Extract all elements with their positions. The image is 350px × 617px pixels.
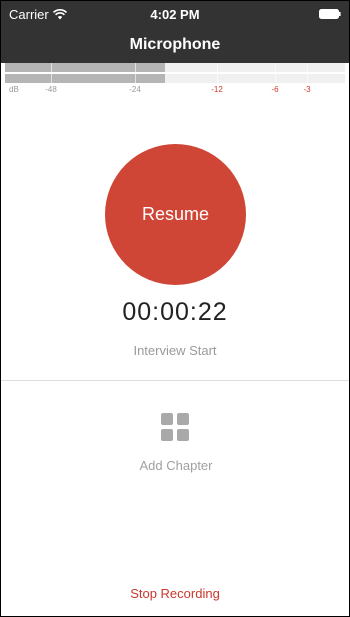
meter-scale-label: -6 (271, 85, 279, 94)
meter-tick (51, 63, 52, 85)
battery-icon (319, 9, 341, 19)
elapsed-timer: 00:00:22 (122, 298, 228, 326)
meter-tick (275, 63, 276, 85)
navigation-header: Carrier 4:02 PM Microphone (1, 1, 349, 63)
add-chapter-button[interactable]: Add Chapter (121, 411, 231, 479)
meter-scale-label: -3 (303, 85, 311, 94)
meter-fill-left (5, 63, 165, 72)
current-chapter-name: Interview Start (133, 343, 217, 358)
meter-fill-right (5, 74, 165, 83)
meter-scale-label: -24 (129, 85, 141, 94)
meter-scale-label: -12 (211, 85, 223, 94)
app-frame: Carrier 4:02 PM Microphone dB -48 -24 -12 -… (0, 0, 350, 617)
add-chapter-label: Add Chapter (139, 458, 213, 473)
page-title: Microphone (129, 36, 221, 53)
meter-unit-label: dB (9, 85, 19, 94)
meter-scale-label: -48 (45, 85, 57, 94)
grid-icon (161, 413, 189, 441)
meter-tick (135, 63, 136, 85)
divider (1, 380, 349, 381)
resume-button-label: Resume (141, 204, 210, 224)
meter-tick (217, 63, 218, 85)
resume-button[interactable]: Resume (105, 144, 246, 285)
stop-recording-button[interactable]: Stop Recording (101, 586, 249, 601)
meter-tick (307, 63, 308, 85)
status-bar: Carrier 4:02 PM (1, 7, 349, 23)
level-meter: dB -48 -24 -12 -6 -3 (5, 63, 345, 97)
status-time: 4:02 PM (150, 7, 200, 22)
